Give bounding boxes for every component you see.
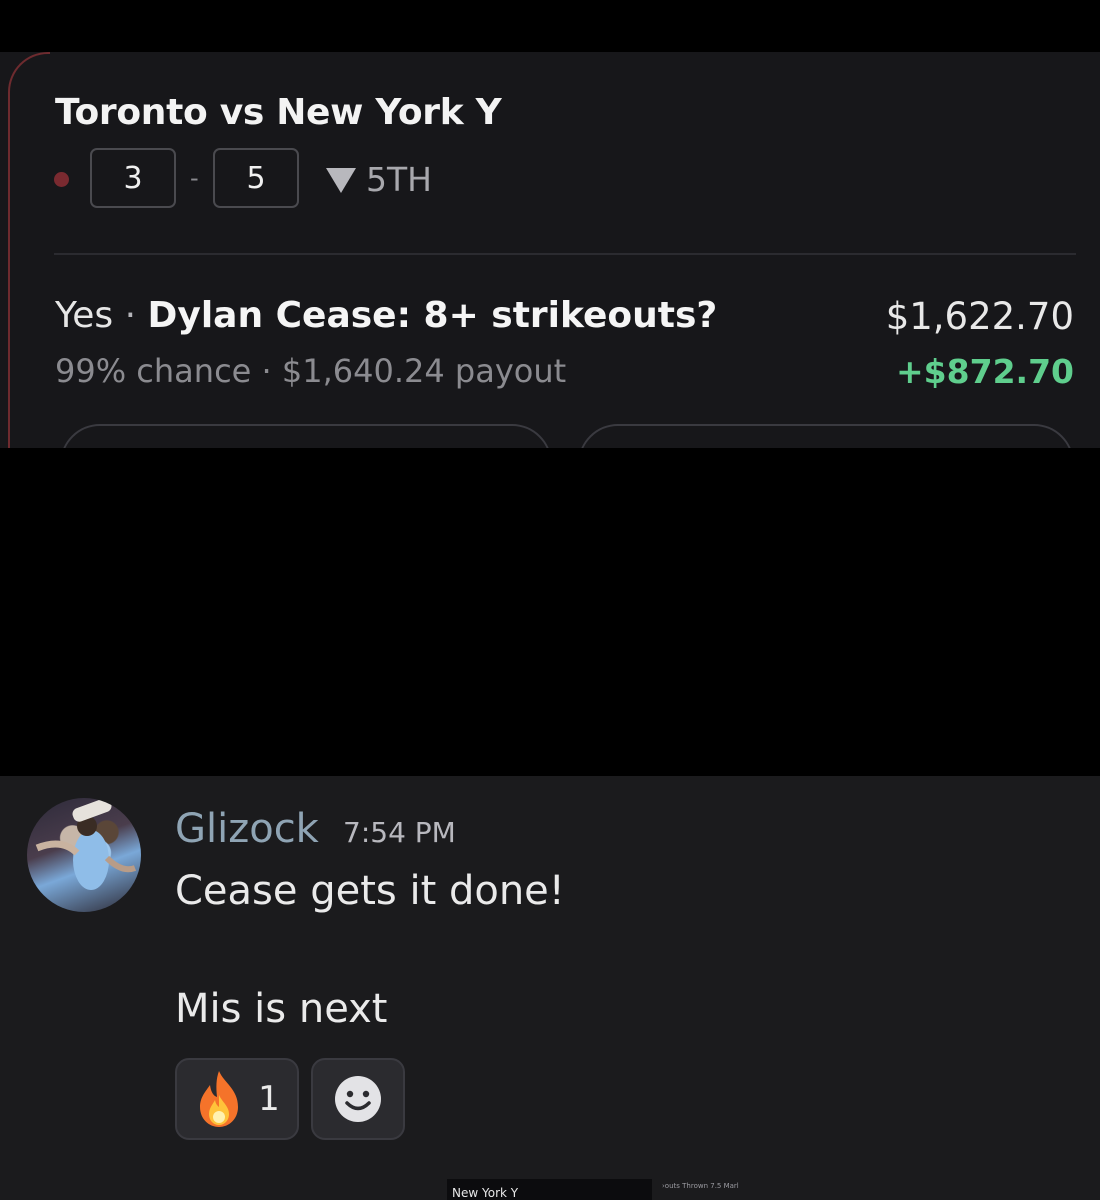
message-line: Cease gets it done!	[175, 868, 565, 914]
preview-label: ›outs Thrown 7.5 Marl	[662, 1182, 739, 1190]
reaction-fire[interactable]: 1	[175, 1058, 299, 1140]
bet-profit: +$872.70	[896, 352, 1074, 391]
card-accent-edge	[8, 52, 50, 448]
bet-title: Dylan Cease: 8+ strikeouts?	[147, 295, 718, 336]
preview-label: New York Y	[452, 1186, 519, 1200]
timestamp: 7:54 PM	[343, 816, 456, 849]
reaction-count: 1	[258, 1079, 280, 1119]
chat-message: Glizock 7:54 PM Cease gets it done! Mis …	[0, 776, 1100, 1200]
message-line: Mis is next	[175, 986, 388, 1032]
add-reaction-button[interactable]	[311, 1058, 405, 1140]
score-separator: -	[190, 164, 199, 192]
card-action-button-left[interactable]	[60, 424, 552, 448]
bet-line: Yes · Dylan Cease: 8+ strikeouts?	[55, 295, 717, 336]
match-title: Toronto vs New York Y	[55, 92, 502, 133]
bet-side: Yes	[55, 295, 114, 336]
card-action-button-right[interactable]	[578, 424, 1074, 448]
username[interactable]: Glizock	[175, 806, 319, 852]
score-home: 3	[90, 148, 176, 208]
inning-bottom-arrow-icon	[326, 168, 356, 193]
avatar-image-icon	[35, 798, 137, 890]
bet-separator: ·	[124, 295, 137, 336]
score-away: 5	[213, 148, 299, 208]
inning-label: 5TH	[366, 160, 432, 199]
card-divider	[54, 253, 1076, 255]
avatar[interactable]	[27, 798, 141, 912]
bet-meta: 99% chance · $1,640.24 payout	[55, 352, 567, 390]
live-indicator-dot	[54, 172, 69, 187]
bet-card[interactable]: Toronto vs New York Y 3 - 5 5TH Yes · Dy…	[0, 52, 1100, 448]
add-reaction-smiley-icon	[335, 1076, 381, 1122]
bet-amount: $1,622.70	[885, 295, 1074, 338]
fire-emoji-icon	[200, 1071, 239, 1127]
